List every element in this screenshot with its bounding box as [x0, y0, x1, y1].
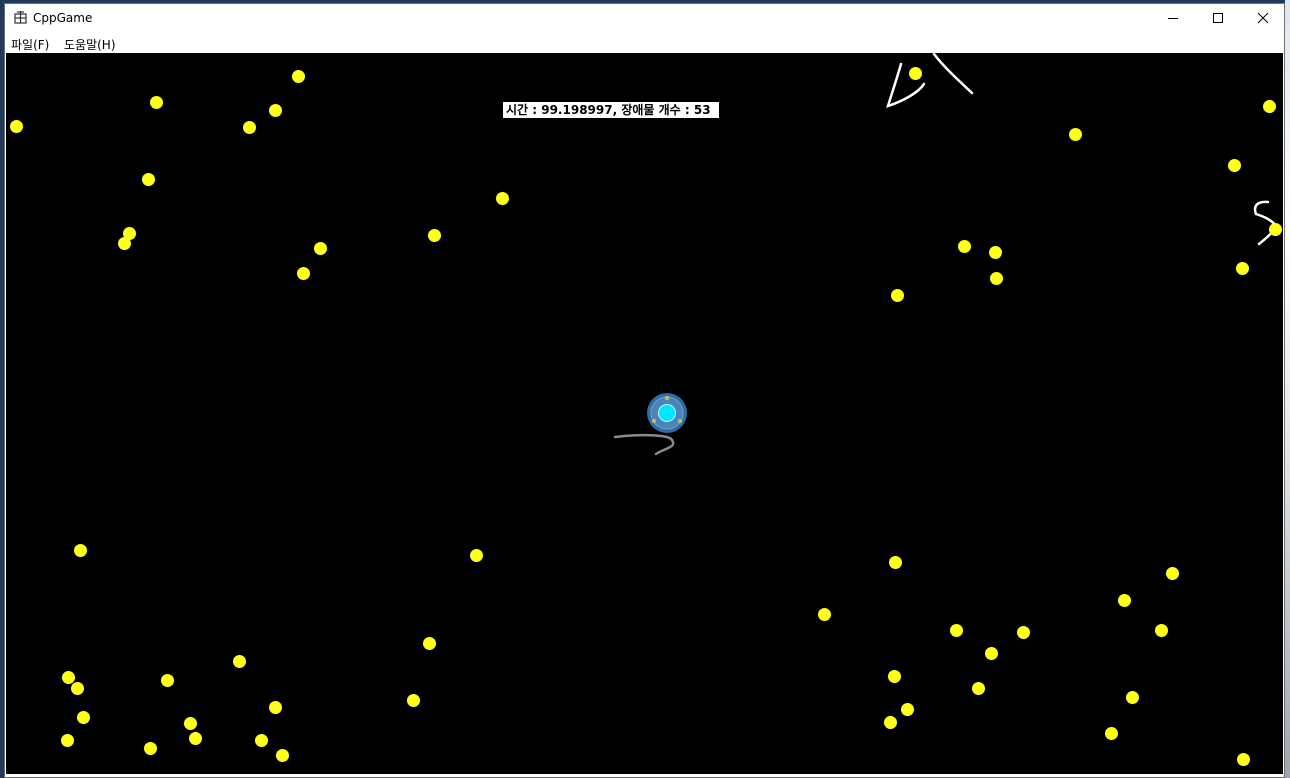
obstacle: [269, 104, 282, 117]
obstacle: [496, 192, 509, 205]
window-title: CppGame: [33, 11, 93, 25]
obstacle: [884, 716, 897, 729]
obstacle: [292, 70, 305, 83]
obstacle: [428, 229, 441, 242]
obstacle: [150, 96, 163, 109]
obstacle: [423, 637, 436, 650]
obstacle: [1236, 262, 1249, 275]
obstacle: [118, 237, 131, 250]
obstacle: [470, 549, 483, 562]
obstacle: [184, 717, 197, 730]
player-icon: [647, 393, 687, 433]
obstacle: [189, 732, 202, 745]
maximize-button[interactable]: [1195, 4, 1241, 32]
obstacle: [1228, 159, 1241, 172]
obstacle: [255, 734, 268, 747]
obstacle: [1155, 624, 1168, 637]
obstacle: [71, 682, 84, 695]
close-button[interactable]: [1240, 4, 1286, 32]
obstacle: [958, 240, 971, 253]
status-hud: 시간 : 99.198997, 장애물 개수 : 53: [503, 102, 719, 118]
obstacle: [314, 242, 327, 255]
obstacle: [77, 711, 90, 724]
obstacle: [144, 742, 157, 755]
obstacle: [407, 694, 420, 707]
obstacle: [269, 701, 282, 714]
obstacle: [276, 749, 289, 762]
obstacle: [990, 272, 1003, 285]
minimize-button[interactable]: [1150, 4, 1196, 32]
desktop-background: [1285, 0, 1290, 778]
obstacle: [909, 67, 922, 80]
obstacle: [1166, 567, 1179, 580]
obstacle: [1126, 691, 1139, 704]
maximize-icon: [1213, 13, 1223, 23]
handwriting-overlay: [613, 53, 1278, 456]
title-bar[interactable]: CppGame: [5, 4, 1284, 32]
close-icon: [1257, 12, 1269, 24]
obstacle: [297, 267, 310, 280]
app-icon: [14, 11, 27, 24]
obstacle: [243, 121, 256, 134]
obstacle: [1105, 727, 1118, 740]
app-window: CppGame 파일(F) 도움말(H) 시간 : 99.198997, 장애물…: [4, 3, 1285, 778]
obstacle: [142, 173, 155, 186]
obstacle: [985, 647, 998, 660]
obstacle: [901, 703, 914, 716]
obstacle: [1237, 753, 1250, 766]
obstacle: [989, 246, 1002, 259]
obstacle: [161, 674, 174, 687]
obstacle: [1269, 223, 1282, 236]
obstacle: [1263, 100, 1276, 113]
menu-bar: 파일(F) 도움말(H): [5, 34, 1284, 53]
obstacle: [1118, 594, 1131, 607]
obstacle: [74, 544, 87, 557]
obstacle: [888, 670, 901, 683]
minimize-icon: [1168, 18, 1178, 19]
obstacle: [891, 289, 904, 302]
obstacle: [233, 655, 246, 668]
game-canvas[interactable]: 시간 : 99.198997, 장애물 개수 : 53: [6, 53, 1283, 774]
obstacle: [889, 556, 902, 569]
menu-file[interactable]: 파일(F): [11, 36, 49, 53]
obstacle: [818, 608, 831, 621]
obstacle: [10, 120, 23, 133]
obstacle: [1017, 626, 1030, 639]
obstacle: [1069, 128, 1082, 141]
obstacle: [950, 624, 963, 637]
obstacle: [972, 682, 985, 695]
menu-help[interactable]: 도움말(H): [64, 36, 116, 53]
obstacle: [61, 734, 74, 747]
